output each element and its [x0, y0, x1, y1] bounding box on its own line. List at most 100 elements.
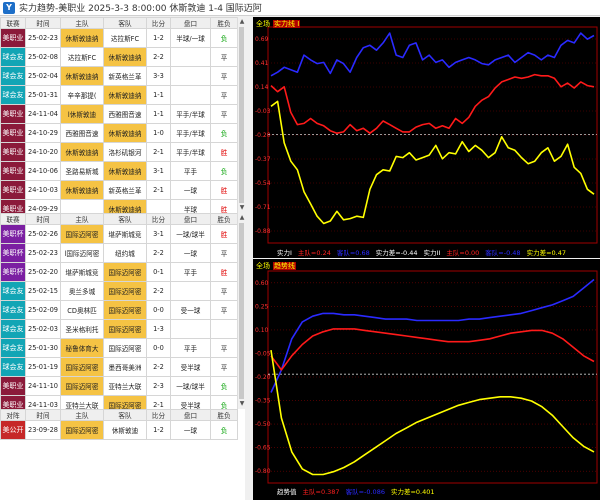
column-header[interactable]: 客队 — [103, 409, 147, 421]
chart-title: 全场 趋势线 — [256, 262, 296, 270]
handicap-cell: 平手 — [170, 262, 211, 282]
column-header[interactable]: 胜负 — [210, 17, 238, 29]
league-badge: 美职业 — [0, 180, 26, 200]
home-table-scrollbar[interactable]: ▲ ▼ — [237, 17, 245, 213]
column-header[interactable]: 时间 — [25, 213, 61, 225]
column-header[interactable]: 比分 — [146, 409, 171, 421]
column-header[interactable]: 时间 — [25, 17, 61, 29]
league-badge: 美职业 — [0, 104, 26, 124]
table-row[interactable]: 美职业 24-10-03 休斯敦迪纳 新英格兰革 2-1 一球胜 — [0, 180, 238, 200]
away-cell: 西雅图音速 — [103, 104, 147, 124]
table-row[interactable]: 美职业 24-10-06 圣路易斯城 休斯敦迪纳 3-1 平手负 — [0, 161, 238, 181]
league-badge: 美职业 — [0, 123, 26, 143]
home-cell: 奥兰多城 — [60, 281, 104, 301]
result-cell: 平 — [210, 104, 238, 124]
league-badge: 美职业 — [0, 376, 26, 396]
column-header[interactable]: 盘口 — [170, 17, 211, 29]
column-header[interactable]: 联赛 — [0, 17, 26, 29]
table-row[interactable]: 美公开 23-09-28 国际迈阿密 休斯敦迪 1-2 一球负 — [0, 420, 238, 440]
table-row[interactable]: 球会友 25-01-19 国际迈阿密 墨西哥美洲 2-2 受半球平 — [0, 357, 238, 377]
legend-item: 客队=0.68 — [336, 249, 370, 257]
column-header[interactable]: 比分 — [146, 17, 171, 29]
table-row[interactable]: 美职业 24-10-20 休斯敦迪纳 洛杉矶银河 2-1 平手/半球胜 — [0, 142, 238, 162]
away-cell: 休斯敦迪 — [103, 420, 147, 440]
y-tick-label: -0.20 — [255, 132, 271, 139]
table-row[interactable]: 美职杯 25-02-26 国际迈阿密 堪萨斯城竞 3-1 一球/球半胜 — [0, 224, 238, 244]
column-header[interactable]: 主队 — [60, 409, 104, 421]
table-row[interactable]: 球会友 25-02-09 CD奥林匹 国际迈阿密 0-0 受一球平 — [0, 300, 238, 320]
away-cell: 休斯敦迪纳 — [103, 161, 147, 181]
chart-title: 全场 实力线 I — [256, 20, 301, 28]
league-badge: 美职杯 — [0, 224, 26, 244]
result-cell: 负 — [210, 161, 238, 181]
scroll-up-icon[interactable]: ▲ — [238, 214, 246, 222]
yellow-series-line — [270, 349, 595, 476]
table-row[interactable]: 美职杯 25-02-23 l国际迈阿密 纽约城 2-2 一球平 — [0, 243, 238, 263]
home-cell: 堪萨斯城竞 — [60, 262, 104, 282]
table-row[interactable]: 美职业 24-11-04 l休斯敦迪 西雅图音速 1-1 平手/半球平 — [0, 104, 238, 124]
column-header[interactable]: 比分 — [146, 213, 171, 225]
away-table-scrollbar[interactable]: ▲ ▼ — [237, 213, 245, 409]
table-header-row: 联赛 时间 主队 客队 比分 盘口 胜负 — [0, 213, 238, 225]
home-cell: 休斯敦迪纳 — [60, 180, 104, 200]
table-row[interactable]: 美职业 24-11-10 国际迈阿密 亚特兰大联 2-3 一球/球半负 — [0, 376, 238, 396]
scroll-thumb[interactable] — [239, 223, 244, 399]
y-tick-label: -0.05 — [255, 350, 271, 357]
column-header[interactable]: 对阵 — [0, 409, 26, 421]
date-cell: 25-02-03 — [25, 319, 61, 339]
table-row[interactable]: 美职杯 25-02-20 堪萨斯城竞 国际迈阿密 0-1 平手胜 — [0, 262, 238, 282]
date-cell: 25-02-04 — [25, 66, 61, 86]
table-row[interactable]: 美职业 24-10-29 西雅图音速 休斯敦迪纳 1-0 平手/半球负 — [0, 123, 238, 143]
score-cell: 1-0 — [146, 123, 171, 143]
scroll-down-icon[interactable]: ▼ — [238, 204, 246, 212]
league-badge: 美公开 — [0, 420, 26, 440]
column-header[interactable]: 时间 — [25, 409, 61, 421]
home-cell: CD奥林匹 — [60, 300, 104, 320]
date-cell: 25-02-08 — [25, 47, 61, 67]
table-row[interactable]: 球会友 25-02-03 圣米格利托 国际迈阿密 1-3 — [0, 319, 238, 339]
column-header[interactable]: 胜负 — [210, 213, 238, 225]
result-cell: 负 — [210, 376, 238, 396]
away-cell: 堪萨斯城竞 — [103, 224, 147, 244]
result-cell: 平 — [210, 281, 238, 301]
blue-series-line — [270, 278, 595, 393]
score-cell: 3-1 — [146, 224, 171, 244]
handicap-cell — [170, 319, 211, 339]
league-badge: 球会友 — [0, 47, 26, 67]
column-header[interactable]: 联赛 — [0, 213, 26, 225]
column-header[interactable]: 客队 — [103, 17, 147, 29]
score-cell: 1-2 — [146, 420, 171, 440]
column-header[interactable]: 客队 — [103, 213, 147, 225]
legend-item: 实力差=0.47 — [526, 249, 566, 257]
league-badge: 球会友 — [0, 281, 26, 301]
result-cell: 平 — [210, 357, 238, 377]
table-row[interactable]: 球会友 25-02-08 达拉斯FC 休斯敦迪纳 2-2 平 — [0, 47, 238, 67]
y-tick-label: 0.14 — [255, 84, 269, 91]
scroll-thumb[interactable] — [239, 27, 244, 203]
table-row[interactable]: 球会友 25-02-15 奥兰多城 国际迈阿密 2-2 平 — [0, 281, 238, 301]
league-badge: 球会友 — [0, 319, 26, 339]
result-cell: 胜 — [210, 262, 238, 282]
league-badge: 美职业 — [0, 161, 26, 181]
score-cell: 2-2 — [146, 47, 171, 67]
table-row[interactable]: 球会友 25-01-31 辛辛那提(休斯敦迪纳 1-1 平 — [0, 85, 238, 105]
column-header[interactable]: 主队 — [60, 213, 104, 225]
league-badge: 球会友 — [0, 357, 26, 377]
date-cell: 25-01-31 — [25, 85, 61, 105]
y-tick-label: 0.41 — [255, 60, 269, 67]
date-cell: 23-09-28 — [25, 420, 61, 440]
column-header[interactable]: 盘口 — [170, 213, 211, 225]
table-row[interactable]: 美职业 25-02-23 休斯敦迪纳 达拉斯FC 1-2 半球/一球负 — [0, 28, 238, 48]
legend-item: 主队=0.24 — [297, 249, 331, 257]
red-series-line — [270, 73, 595, 134]
column-header[interactable]: 主队 — [60, 17, 104, 29]
column-header[interactable]: 盘口 — [170, 409, 211, 421]
column-header[interactable]: 胜负 — [210, 409, 238, 421]
date-cell: 25-02-15 — [25, 281, 61, 301]
scroll-up-icon[interactable]: ▲ — [238, 18, 246, 26]
date-cell: 24-10-29 — [25, 123, 61, 143]
away-cell: 休斯敦迪纳 — [103, 85, 147, 105]
table-row[interactable]: 球会友 25-02-04 休斯敦迪纳 新英格兰革 3-3 平 — [0, 66, 238, 86]
table-row[interactable]: 球会友 25-01-30 秘鲁体育大 国际迈阿密 0-0 平手平 — [0, 338, 238, 358]
scroll-down-icon[interactable]: ▼ — [238, 400, 246, 408]
